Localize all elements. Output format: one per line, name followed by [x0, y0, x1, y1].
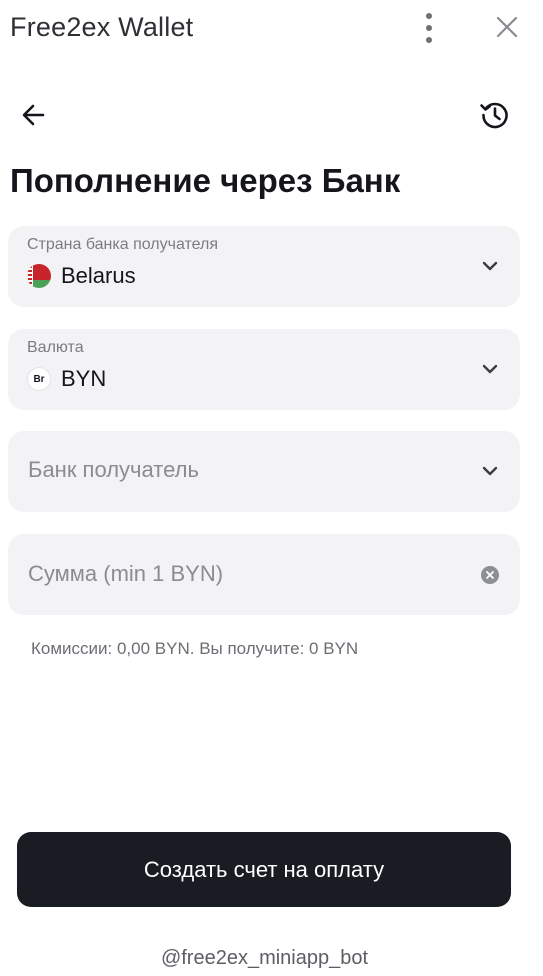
bot-handle: @free2ex_miniapp_bot [160, 947, 369, 969]
menu-dot [426, 37, 432, 43]
amount-input[interactable] [28, 558, 468, 590]
app-title: Free2ex Wallet [10, 12, 194, 42]
create-invoice-button[interactable]: Создать счет на оплату [17, 832, 511, 907]
fees-summary: Комиссии: 0,00 BYN. Вы получите: 0 BYN [31, 639, 359, 658]
arrow-left-icon[interactable] [19, 100, 49, 130]
bank-placeholder: Банк получатель [28, 457, 199, 482]
menu-dot [426, 13, 432, 19]
chevron-down-icon [482, 364, 498, 374]
menu-dot [426, 25, 432, 31]
amount-field [8, 534, 520, 615]
clear-icon[interactable] [481, 566, 499, 584]
history-icon[interactable] [478, 98, 512, 132]
page-title: Пополнение через Банк [10, 162, 401, 199]
chevron-down-icon [482, 466, 498, 476]
currency-select[interactable]: Валюта Br BYN [8, 329, 520, 410]
bank-select[interactable]: Банк получатель [8, 431, 520, 512]
currency-value: BYN [61, 366, 107, 391]
country-value-row: Belarus [27, 263, 136, 289]
belarus-flag-icon [27, 264, 51, 288]
currency-badge-icon: Br [27, 367, 51, 391]
more-menu-icon[interactable] [420, 13, 438, 43]
deposit-page: Free2ex Wallet Пополнение через Банк Стр… [0, 0, 543, 976]
title-bar: Free2ex Wallet [0, 0, 543, 56]
close-icon[interactable] [494, 14, 520, 40]
currency-value-row: Br BYN [27, 366, 106, 392]
country-label: Страна банка получателя [27, 236, 219, 253]
currency-label: Валюта [27, 339, 84, 356]
chevron-down-icon [482, 261, 498, 271]
country-select[interactable]: Страна банка получателя Belarus [8, 226, 520, 307]
country-value: Belarus [61, 263, 136, 288]
